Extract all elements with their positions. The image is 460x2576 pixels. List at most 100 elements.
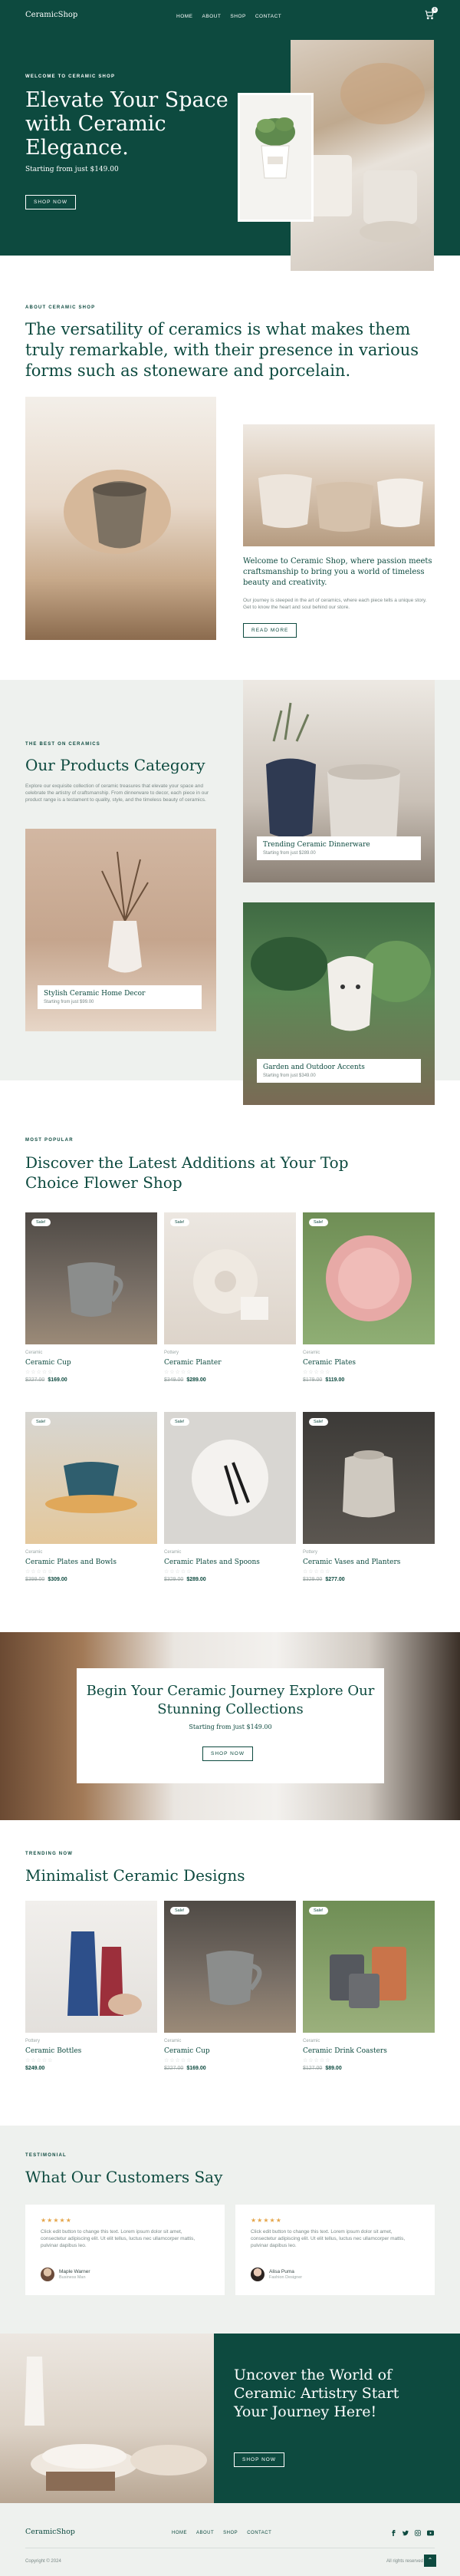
top-navigation: CeramicShop HOME ABOUT SHOP CONTACT 0 [0,0,460,31]
product-name[interactable]: Ceramic Cup [164,2047,296,2055]
cart-count-badge: 0 [432,7,438,13]
categories-title: Our Products Category [25,756,205,774]
minimalist-title: Minimalist Ceramic Designs [25,1866,245,1885]
twitter-icon[interactable] [402,2529,409,2537]
rating-stars: ☆☆☆☆☆ [164,1370,192,1375]
nav-link-shop[interactable]: SHOP [230,14,245,19]
product-category: Ceramic [164,2039,182,2043]
old-price: $329.00 [303,1577,323,1582]
scroll-to-top-button[interactable]: ⌃ [424,2555,436,2567]
category-tile-home-decor[interactable]: Stylish Ceramic Home Decor Starting from… [25,829,216,1031]
footer-menu: HOME ABOUT SHOP CONTACT [172,2531,271,2535]
product-image[interactable]: Sale! [164,1901,296,2033]
rating-stars: ☆☆☆☆☆ [164,1569,192,1575]
product-name[interactable]: Ceramic Bottles [25,2047,157,2055]
product-image[interactable]: Sale! [25,1412,157,1544]
product-name[interactable]: Ceramic Plates [303,1359,435,1367]
social-links [389,2529,434,2537]
about-bowls-image [243,424,435,546]
youtube-icon[interactable] [426,2529,434,2537]
product-image[interactable]: Sale! [303,1412,435,1544]
product-name[interactable]: Ceramic Plates and Bowls [25,1558,157,1566]
product-card[interactable]: Sale! Ceramic Ceramic Plates and Bowls ☆… [25,1412,157,1582]
rating-stars: ☆☆☆☆☆ [25,1569,54,1575]
latest-title: Discover the Latest Additions at Your To… [25,1153,349,1192]
rating-stars: ☆☆☆☆☆ [303,1569,331,1575]
product-card[interactable]: Sale! Pottery Ceramic Vases and Planters… [303,1412,435,1582]
about-headline: The versatility of ceramics is what make… [25,320,419,380]
latest-eyebrow: MOST POPULAR [25,1138,74,1143]
product-card[interactable]: Sale! Ceramic Ceramic Cup ☆☆☆☆☆ $227.00 $… [25,1212,157,1383]
product-price: $349.00 $289.00 [164,1377,296,1383]
product-card[interactable]: Sale! Ceramic Ceramic Drink Coasters ☆☆☆… [303,1901,435,2071]
site-logo[interactable]: CeramicShop [25,11,77,19]
footer-link-about[interactable]: ABOUT [196,2531,214,2535]
product-price: $329.00 $289.00 [164,1577,296,1582]
product-category: Ceramic [164,1550,182,1555]
rating-stars: ☆☆☆☆☆ [303,1370,331,1375]
minimalist-eyebrow: TRENDING NOW [25,1852,74,1856]
rating-stars: ☆☆☆☆☆ [25,1370,54,1375]
rights-text: All rights reserved [386,2559,424,2564]
product-name[interactable]: Ceramic Drink Coasters [303,2047,435,2055]
banner-shop-now-button[interactable]: SHOP NOW [202,1746,253,1761]
testimonial-quote: Click edit button to change this text. L… [41,2229,196,2248]
category-label-dinnerware: Trending Ceramic Dinnerware Starting fro… [257,836,421,860]
category-tile-dinnerware[interactable]: Trending Ceramic Dinnerware Starting fro… [243,680,435,882]
about-hands-cup-image [25,397,216,640]
sale-badge: Sale! [309,1418,328,1426]
footer-link-home[interactable]: HOME [172,2531,187,2535]
product-image[interactable]: Sale! [303,1901,435,2033]
nav-link-home[interactable]: HOME [176,14,193,19]
product-category: Pottery [25,2039,41,2043]
old-price: $127.00 [303,2066,323,2071]
testimonial-card: ★★★★★ Click edit button to change this t… [235,2205,435,2295]
testimonials-eyebrow: TESTIMONIAL [25,2153,67,2158]
old-price: $227.00 [25,1377,45,1383]
footer-link-contact[interactable]: CONTACT [247,2531,271,2535]
product-card[interactable]: Pottery Ceramic Bottles ☆☆☆☆☆ $249.00 [25,1901,157,2071]
main-menu: HOME ABOUT SHOP CONTACT [176,14,281,19]
footer-logo[interactable]: CeramicShop [25,2528,75,2536]
testimonial-quote: Click edit button to change this text. L… [251,2229,406,2248]
footer-link-shop[interactable]: SHOP [223,2531,238,2535]
product-image[interactable]: Sale! [303,1212,435,1344]
product-card[interactable]: Sale! Ceramic Ceramic Plates and Spoons … [164,1412,296,1582]
chevron-up-icon: ⌃ [427,2557,433,2564]
hero-section: CeramicShop HOME ABOUT SHOP CONTACT 0 WE… [0,0,460,271]
product-name[interactable]: Ceramic Vases and Planters [303,1558,435,1566]
sale-price: $289.00 [186,1377,206,1383]
product-card[interactable]: Sale! Pottery Ceramic Planter ☆☆☆☆☆ $349… [164,1212,296,1383]
product-name[interactable]: Ceramic Plates and Spoons [164,1558,296,1566]
nav-link-about[interactable]: ABOUT [202,14,222,19]
category-subtitle-dinnerware: Starting from just $289.00 [263,851,316,856]
nav-link-contact[interactable]: CONTACT [255,14,281,19]
about-read-more-button[interactable]: READ MORE [243,623,297,638]
testimonial-author: Alisa Puma Fashion Designer [251,2268,302,2281]
product-image[interactable]: Sale! [164,1212,296,1344]
product-name[interactable]: Ceramic Planter [164,1359,296,1367]
rating-stars: ★★★★★ [251,2217,282,2224]
product-image[interactable] [25,1901,157,2033]
hero-title: Elevate Your Space with Ceramic Elegance… [25,88,228,160]
product-image[interactable]: Sale! [25,1212,157,1344]
facebook-icon[interactable] [389,2529,397,2537]
product-card[interactable]: Sale! Ceramic Ceramic Cup ☆☆☆☆☆ $227.00 $… [164,1901,296,2071]
sale-price: $309.00 [48,1577,67,1582]
product-name[interactable]: Ceramic Cup [25,1359,157,1367]
category-tile-garden[interactable]: Garden and Outdoor Accents Starting from… [243,902,435,1105]
testimonial-card: ★★★★★ Click edit button to change this t… [25,2205,225,2295]
product-price: $227.00 $169.00 [164,2066,296,2071]
testimonials-title: What Our Customers Say [25,2168,223,2186]
product-card[interactable]: Sale! Ceramic Ceramic Plates ☆☆☆☆☆ $179.… [303,1212,435,1383]
cta-shop-now-button[interactable]: SHOP NOW [234,2452,284,2467]
category-label-home-decor: Stylish Ceramic Home Decor Starting from… [38,985,202,1009]
hero-eyebrow: WELCOME TO CERAMIC SHOP [25,74,116,79]
old-price: $179.00 [303,1377,323,1383]
avatar [41,2268,54,2281]
instagram-icon[interactable] [414,2529,422,2537]
category-subtitle-home-decor: Starting from just $99.00 [44,1000,94,1004]
cart-button[interactable]: 0 [424,7,438,21]
product-image[interactable]: Sale! [164,1412,296,1544]
hero-shop-now-button[interactable]: SHOP NOW [25,195,76,209]
